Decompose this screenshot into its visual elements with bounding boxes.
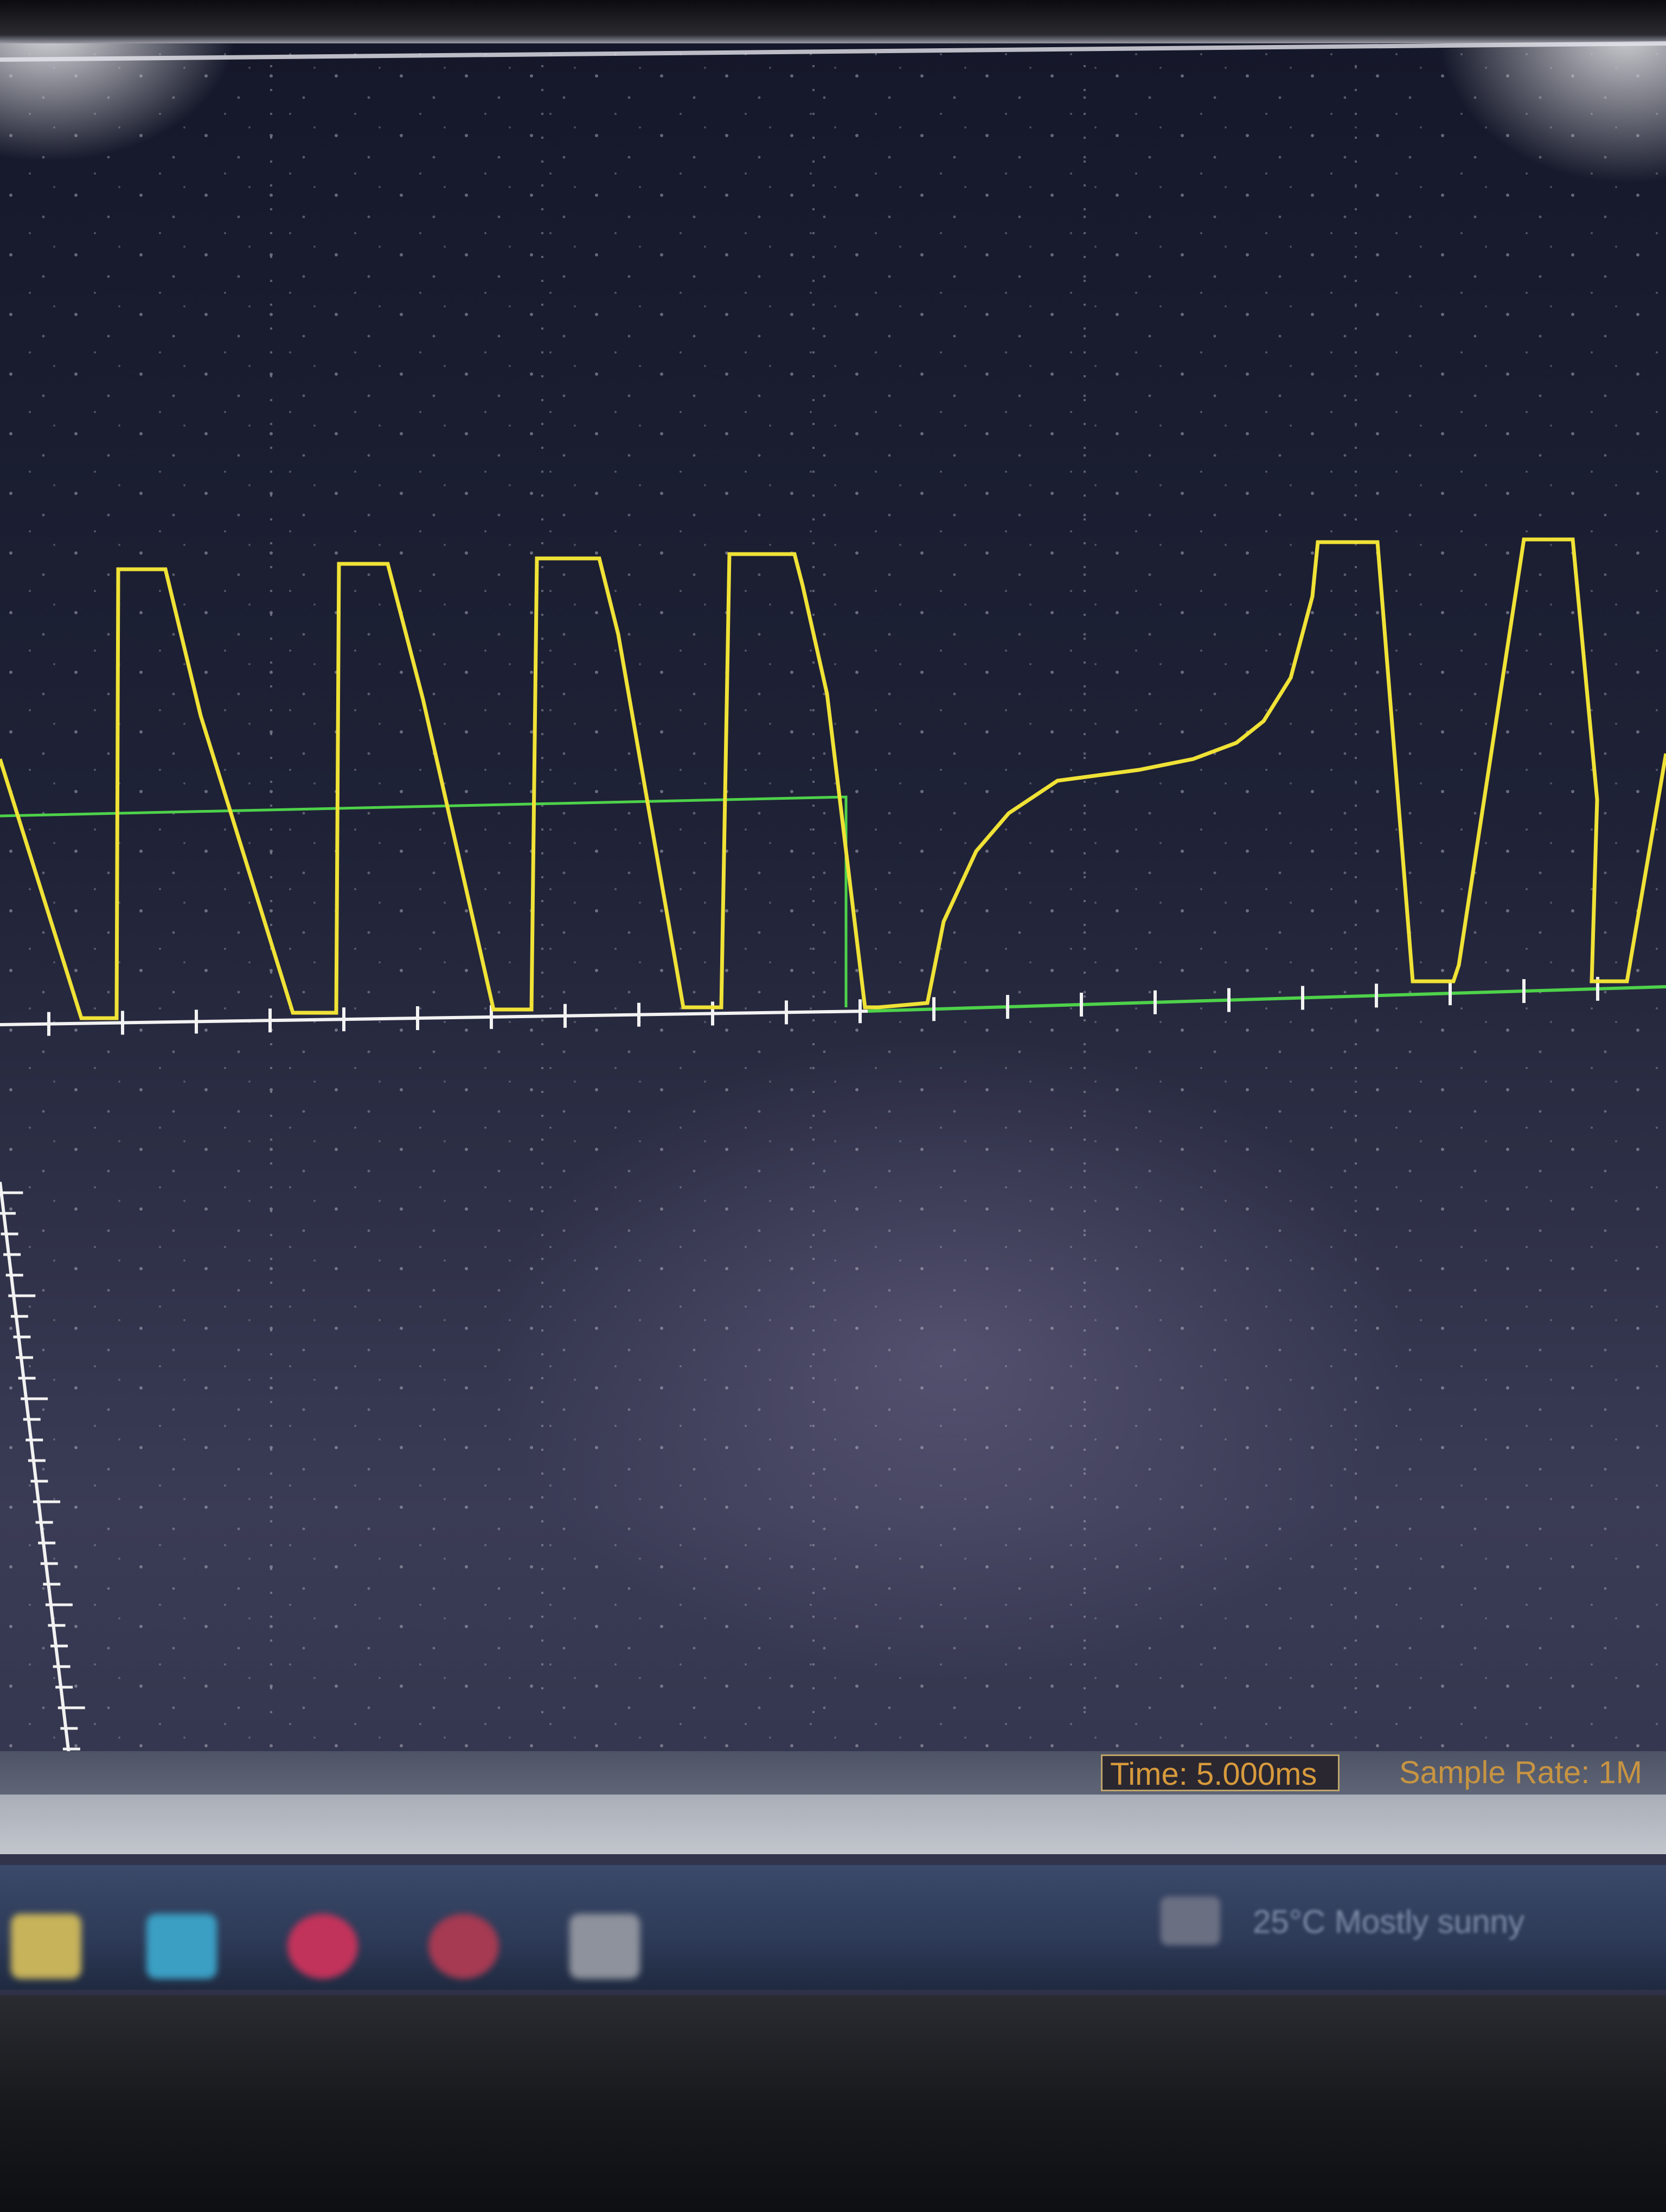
- app-icon[interactable]: [428, 1914, 499, 1979]
- file-explorer-icon[interactable]: [11, 1914, 81, 1979]
- opera-browser-icon[interactable]: [287, 1914, 358, 1979]
- mail-icon[interactable]: [146, 1914, 217, 1979]
- sample-rate-readout[interactable]: Sample Rate: 1M: [1399, 1754, 1666, 1791]
- weather-text[interactable]: 25°C Mostly sunny: [1253, 1900, 1665, 1944]
- window-footer-band: [0, 1795, 1666, 1854]
- time-per-division-readout[interactable]: Time: 5.000ms: [1101, 1754, 1340, 1791]
- monitor-bottom-bezel: [0, 1995, 1666, 2212]
- chat-icon[interactable]: [569, 1914, 640, 1979]
- photo-of-monitor: Time: 5.000ms Sample Rate: 1M 25°C Mostl…: [0, 0, 1666, 2212]
- weather-icon[interactable]: [1161, 1896, 1220, 1945]
